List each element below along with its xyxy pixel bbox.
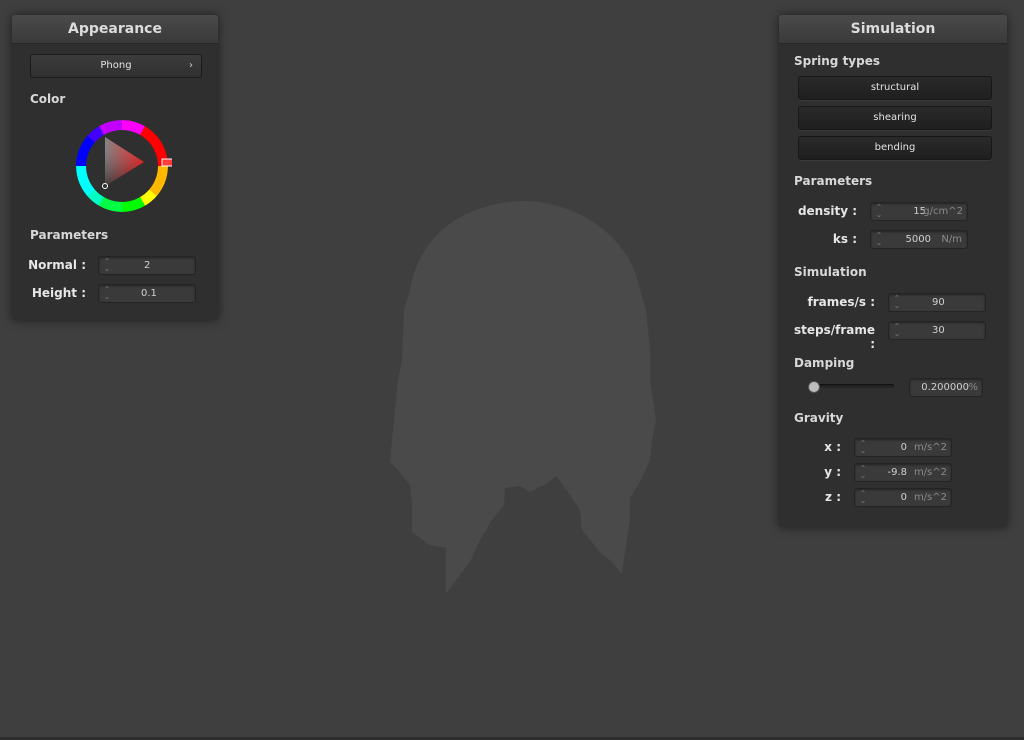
- damping-slider-handle[interactable]: [808, 381, 821, 393]
- density-input[interactable]: ⌃ ⌄ 15 g/cm^2: [870, 202, 968, 221]
- fps-value: 90: [932, 297, 945, 308]
- simulation-panel-title: Simulation: [779, 15, 1007, 44]
- gravity-z-label: z :: [825, 490, 841, 504]
- gravity-x-unit: m/s^2: [913, 442, 947, 453]
- ks-value: 5000: [905, 234, 931, 245]
- shader-select-value: Phong: [100, 60, 132, 71]
- ks-label: ks :: [832, 232, 857, 246]
- normal-input[interactable]: ⌃ ⌄ 2: [98, 256, 196, 275]
- structural-button[interactable]: structural: [798, 76, 992, 100]
- height-value: 0.1: [141, 288, 157, 299]
- steps-input[interactable]: ⌃ ⌄ 30: [888, 321, 986, 340]
- steps-label: steps/frame :: [793, 323, 875, 351]
- hue-marker[interactable]: [161, 158, 172, 167]
- gravity-z-unit: m/s^2: [913, 492, 947, 503]
- fps-label: frames/s :: [807, 295, 875, 309]
- damping-label: Damping: [794, 356, 855, 370]
- color-wheel[interactable]: [72, 116, 172, 216]
- appearance-panel: Appearance Phong › Color Parameters Norm…: [12, 15, 218, 320]
- gravity-x-input[interactable]: ⌃ ⌄ 0 m/s^2: [854, 438, 952, 457]
- damping-slider[interactable]: [808, 384, 894, 388]
- spinner-icon[interactable]: ⌃ ⌄: [893, 323, 901, 338]
- ks-input[interactable]: ⌃ ⌄ 5000 N/m: [870, 230, 968, 249]
- normal-label: Normal :: [28, 258, 86, 272]
- sim-params-label: Parameters: [794, 174, 873, 188]
- gravity-z-input[interactable]: ⌃ ⌄ 0 m/s^2: [854, 488, 952, 507]
- spinner-icon[interactable]: ⌃ ⌄: [103, 286, 111, 301]
- damping-input[interactable]: 0.200000 %: [909, 378, 983, 397]
- spring-types-label: Spring types: [794, 54, 881, 68]
- gravity-z-value: 0: [900, 492, 907, 503]
- shearing-button[interactable]: shearing: [798, 106, 992, 130]
- gravity-label: Gravity: [794, 411, 844, 425]
- height-label: Height :: [31, 286, 86, 300]
- shader-select[interactable]: Phong ›: [30, 54, 202, 78]
- normal-value: 2: [144, 260, 151, 271]
- mesh-silhouette: [390, 200, 656, 594]
- simulation-panel: Simulation Spring types structural shear…: [779, 15, 1007, 527]
- spinner-icon[interactable]: ⌃ ⌄: [893, 295, 901, 310]
- ks-unit: N/m: [941, 234, 962, 245]
- steps-value: 30: [932, 325, 945, 336]
- spinner-icon[interactable]: ⌃ ⌄: [103, 258, 111, 273]
- gravity-y-label: y :: [824, 465, 841, 479]
- spinner-icon[interactable]: ⌃ ⌄: [859, 490, 867, 505]
- fps-input[interactable]: ⌃ ⌄ 90: [888, 293, 986, 312]
- gravity-x-value: 0: [900, 442, 907, 453]
- density-unit: g/cm^2: [923, 206, 963, 217]
- height-input[interactable]: ⌃ ⌄ 0.1: [98, 284, 196, 303]
- damping-unit: %: [968, 382, 978, 393]
- gravity-y-value: -9.8: [887, 467, 907, 478]
- appearance-panel-title: Appearance: [12, 15, 218, 44]
- appearance-params-label: Parameters: [30, 228, 109, 242]
- spinner-icon[interactable]: ⌃ ⌄: [859, 465, 867, 480]
- spinner-icon[interactable]: ⌃ ⌄: [859, 440, 867, 455]
- damping-value: 0.200000: [921, 382, 969, 393]
- gravity-y-unit: m/s^2: [913, 467, 947, 478]
- density-label: density :: [797, 204, 857, 218]
- spinner-icon[interactable]: ⌃ ⌄: [875, 204, 883, 219]
- gravity-y-input[interactable]: ⌃ ⌄ -9.8 m/s^2: [854, 463, 952, 482]
- bending-button[interactable]: bending: [798, 136, 992, 160]
- gravity-x-label: x :: [824, 440, 841, 454]
- color-section-label: Color: [30, 92, 66, 106]
- spinner-icon[interactable]: ⌃ ⌄: [875, 232, 883, 247]
- sim-section-label: Simulation: [794, 265, 867, 279]
- chevron-right-icon: ›: [189, 60, 193, 71]
